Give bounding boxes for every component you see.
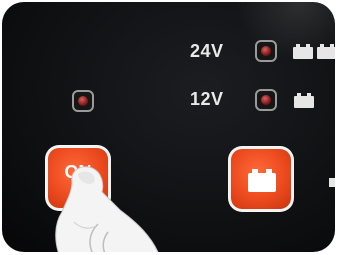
led-24v [255, 40, 277, 62]
battery-double-icon [293, 44, 335, 59]
control-panel: 24V 12V ON [2, 2, 335, 252]
label-12v: 12V [190, 89, 224, 109]
finger-pressing-illustration [55, 166, 159, 252]
led-power [72, 90, 94, 112]
led-12v [255, 89, 277, 111]
label-24v: 24V [190, 41, 224, 61]
battery-mode-button[interactable] [228, 146, 294, 212]
battery-icon [248, 169, 276, 192]
edge-mark [329, 178, 335, 187]
battery-icon [294, 93, 314, 108]
